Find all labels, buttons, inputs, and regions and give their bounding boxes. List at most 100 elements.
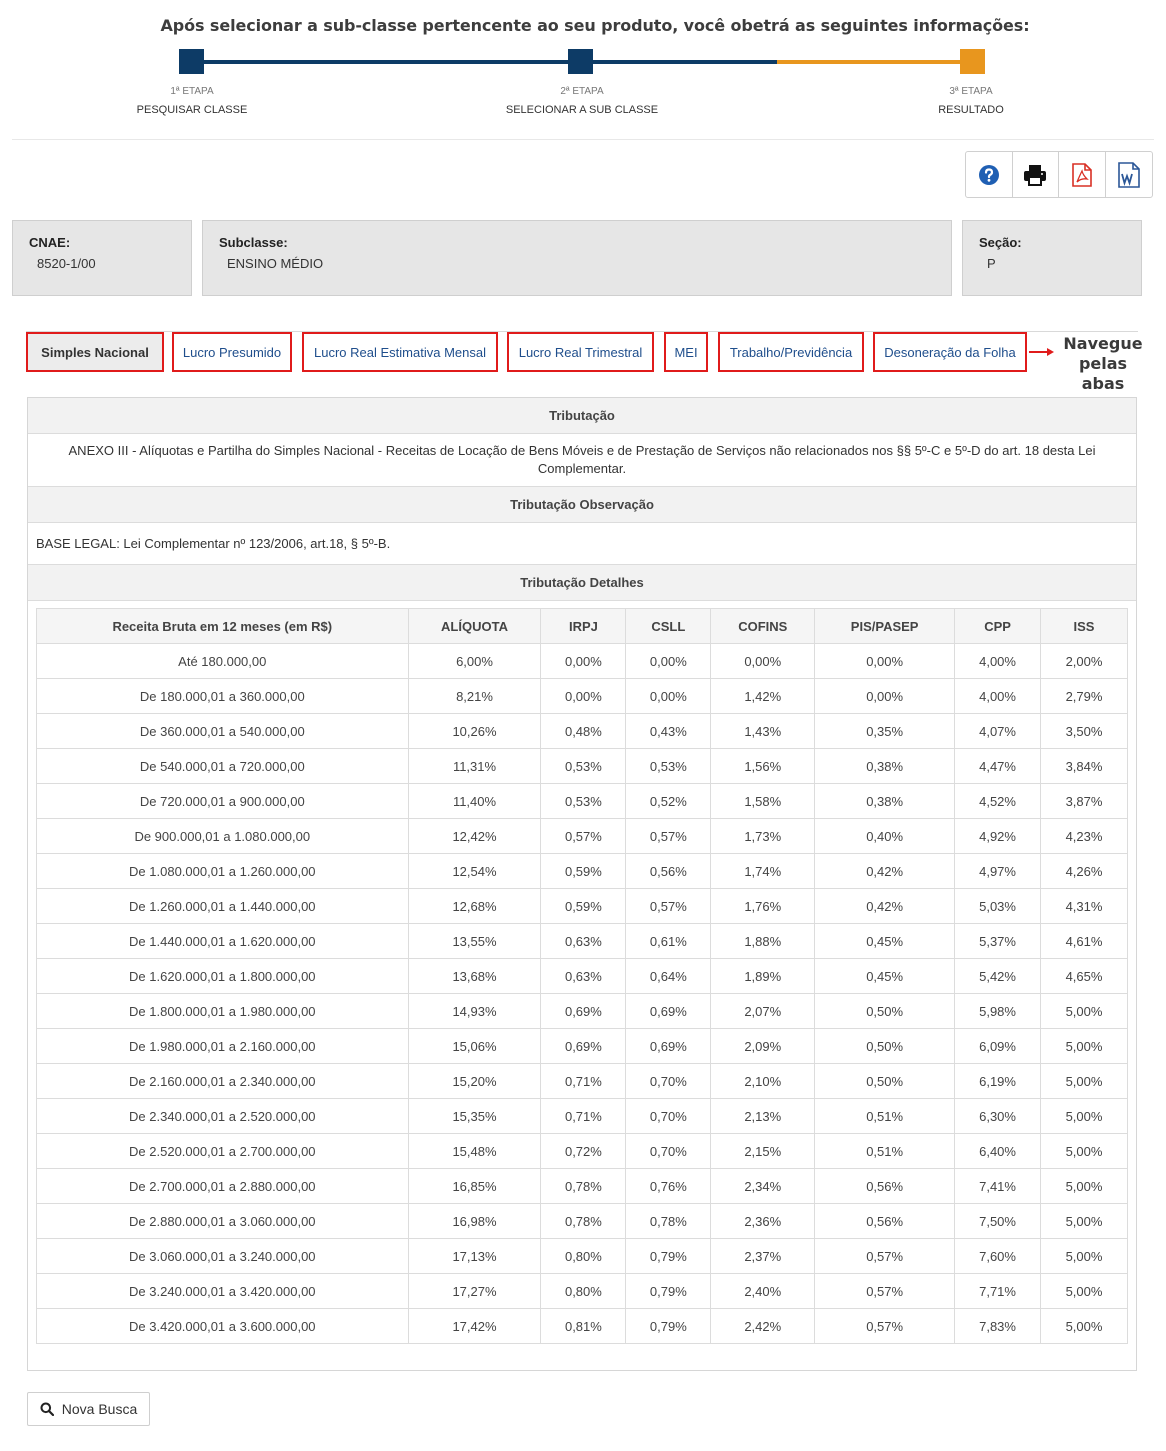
- column-header: Receita Bruta em 12 meses (em R$): [36, 608, 409, 644]
- table-cell: 0,53%: [540, 748, 627, 784]
- nova-busca-label: Nova Busca: [61, 1401, 138, 1417]
- table-cell: 0,00%: [625, 643, 712, 679]
- table-cell: 5,00%: [1040, 1308, 1128, 1344]
- table-cell: 3,50%: [1040, 713, 1128, 749]
- column-header: CPP: [954, 608, 1042, 644]
- table-cell: 0,63%: [540, 923, 627, 959]
- table-cell: 2,13%: [710, 1098, 816, 1134]
- table-cell: 8,21%: [407, 678, 542, 714]
- observacao-heading: Tributação Observação: [28, 487, 1136, 523]
- table-cell: 0,61%: [625, 923, 712, 959]
- table-cell: De 1.080.000,01 a 1.260.000,00: [36, 853, 409, 889]
- tab-desoneracao-da-folha[interactable]: Desoneração da Folha: [873, 332, 1027, 372]
- table-cell: 0,57%: [814, 1308, 956, 1344]
- table-cell: 0,48%: [540, 713, 627, 749]
- table-cell: 7,71%: [954, 1273, 1042, 1309]
- table-cell: 5,00%: [1040, 993, 1128, 1029]
- table-cell: 17,13%: [407, 1238, 542, 1274]
- table-cell: 11,40%: [407, 783, 542, 819]
- table-cell: 0,35%: [814, 713, 956, 749]
- table-cell: 16,85%: [407, 1168, 542, 1204]
- table-cell: 0,70%: [625, 1063, 712, 1099]
- table-cell: 0,45%: [814, 958, 956, 994]
- table-cell: 0,64%: [625, 958, 712, 994]
- subclasse-value: ENSINO MÉDIO: [227, 256, 324, 271]
- detalhes-heading: Tributação Detalhes: [28, 565, 1136, 601]
- table-cell: 13,55%: [407, 923, 542, 959]
- table-row: De 1.260.000,01 a 1.440.000,00 12,68% 0,59…: [36, 888, 1128, 924]
- pdf-icon: [1071, 162, 1092, 187]
- table-cell: De 1.800.000,01 a 1.980.000,00: [36, 993, 409, 1029]
- table-row: De 360.000,01 a 540.000,00 10,26% 0,48% 0,4…: [36, 713, 1128, 749]
- nova-busca-button[interactable]: Nova Busca: [27, 1392, 150, 1426]
- help-button[interactable]: [966, 152, 1013, 197]
- table-cell: 0,56%: [625, 853, 712, 889]
- step-3-marker: [960, 49, 985, 74]
- table-cell: 0,57%: [814, 1273, 956, 1309]
- table-row: De 900.000,01 a 1.080.000,00 12,42% 0,57% 0…: [36, 818, 1128, 854]
- tab-mei[interactable]: MEI: [664, 332, 708, 372]
- table-cell: De 540.000,01 a 720.000,00: [36, 748, 409, 784]
- table-cell: 4,65%: [1040, 958, 1128, 994]
- table-cell: 13,68%: [407, 958, 542, 994]
- step-2-label: 2ª ETAPA SELECIONAR A SUB CLASSE: [505, 86, 659, 116]
- column-header: ALÍQUOTA: [407, 608, 542, 644]
- table-cell: 4,61%: [1040, 923, 1128, 959]
- table-cell: 0,00%: [814, 643, 956, 679]
- table-cell: 5,00%: [1040, 1028, 1128, 1064]
- action-toolbar: [965, 151, 1153, 198]
- tab-trabalho-previdencia[interactable]: Trabalho/Previdência: [718, 332, 864, 372]
- column-header: ISS: [1040, 608, 1128, 644]
- tributacao-text: ANEXO III - Alíquotas e Partilha do Simp…: [28, 434, 1136, 487]
- table-cell: 0,79%: [625, 1273, 712, 1309]
- table-cell: 0,57%: [540, 818, 627, 854]
- word-export-button[interactable]: [1106, 152, 1152, 197]
- table-cell: 2,09%: [710, 1028, 816, 1064]
- table-cell: 0,50%: [814, 993, 956, 1029]
- table-cell: 1,76%: [710, 888, 816, 924]
- pdf-export-button[interactable]: [1059, 152, 1106, 197]
- table-cell: 1,56%: [710, 748, 816, 784]
- table-cell: 0,42%: [814, 888, 956, 924]
- table-cell: 14,93%: [407, 993, 542, 1029]
- table-row: De 1.080.000,01 a 1.260.000,00 12,54% 0,59…: [36, 853, 1128, 889]
- search-icon: [40, 1402, 54, 1416]
- tab-simples-nacional[interactable]: Simples Nacional: [26, 332, 164, 372]
- table-cell: 0,80%: [540, 1273, 627, 1309]
- table-cell: 12,42%: [407, 818, 542, 854]
- table-cell: 0,69%: [625, 1028, 712, 1064]
- table-cell: 0,38%: [814, 748, 956, 784]
- table-cell: 7,83%: [954, 1308, 1042, 1344]
- table-cell: 12,68%: [407, 888, 542, 924]
- hint-arrow-icon: [1047, 348, 1054, 356]
- table-cell: 5,00%: [1040, 1203, 1128, 1239]
- table-cell: 6,00%: [407, 643, 542, 679]
- table-cell: 0,59%: [540, 888, 627, 924]
- table-cell: 0,00%: [710, 643, 816, 679]
- table-cell: 0,69%: [540, 993, 627, 1029]
- observacao-text: BASE LEGAL: Lei Complementar nº 123/2006…: [28, 523, 1136, 565]
- table-cell: 17,42%: [407, 1308, 542, 1344]
- tab-lucro-real-trimestral[interactable]: Lucro Real Trimestral: [507, 332, 654, 372]
- table-cell: De 1.620.000,01 a 1.800.000,00: [36, 958, 409, 994]
- tab-lucro-presumido[interactable]: Lucro Presumido: [172, 332, 292, 372]
- tab-lucro-real-estimativa-mensal[interactable]: Lucro Real Estimativa Mensal: [302, 332, 498, 372]
- table-cell: 0,76%: [625, 1168, 712, 1204]
- print-button[interactable]: [1013, 152, 1059, 197]
- table-cell: 6,09%: [954, 1028, 1042, 1064]
- table-cell: 4,97%: [954, 853, 1042, 889]
- table-cell: De 2.160.000,01 a 2.340.000,00: [36, 1063, 409, 1099]
- table-cell: De 180.000,01 a 360.000,00: [36, 678, 409, 714]
- table-cell: 3,87%: [1040, 783, 1128, 819]
- table-cell: 7,41%: [954, 1168, 1042, 1204]
- step-3-label: 3ª ETAPA RESULTADO: [938, 86, 1004, 116]
- table-cell: 2,07%: [710, 993, 816, 1029]
- table-cell: 1,73%: [710, 818, 816, 854]
- table-cell: 12,54%: [407, 853, 542, 889]
- tax-rates-table: Receita Bruta em 12 meses (em R$) ALÍQUOT…: [36, 608, 1128, 1344]
- table-cell: 0,56%: [814, 1203, 956, 1239]
- table-cell: 15,20%: [407, 1063, 542, 1099]
- table-cell: 0,57%: [625, 888, 712, 924]
- stepper-line-completed: [191, 60, 777, 64]
- table-cell: 0,63%: [540, 958, 627, 994]
